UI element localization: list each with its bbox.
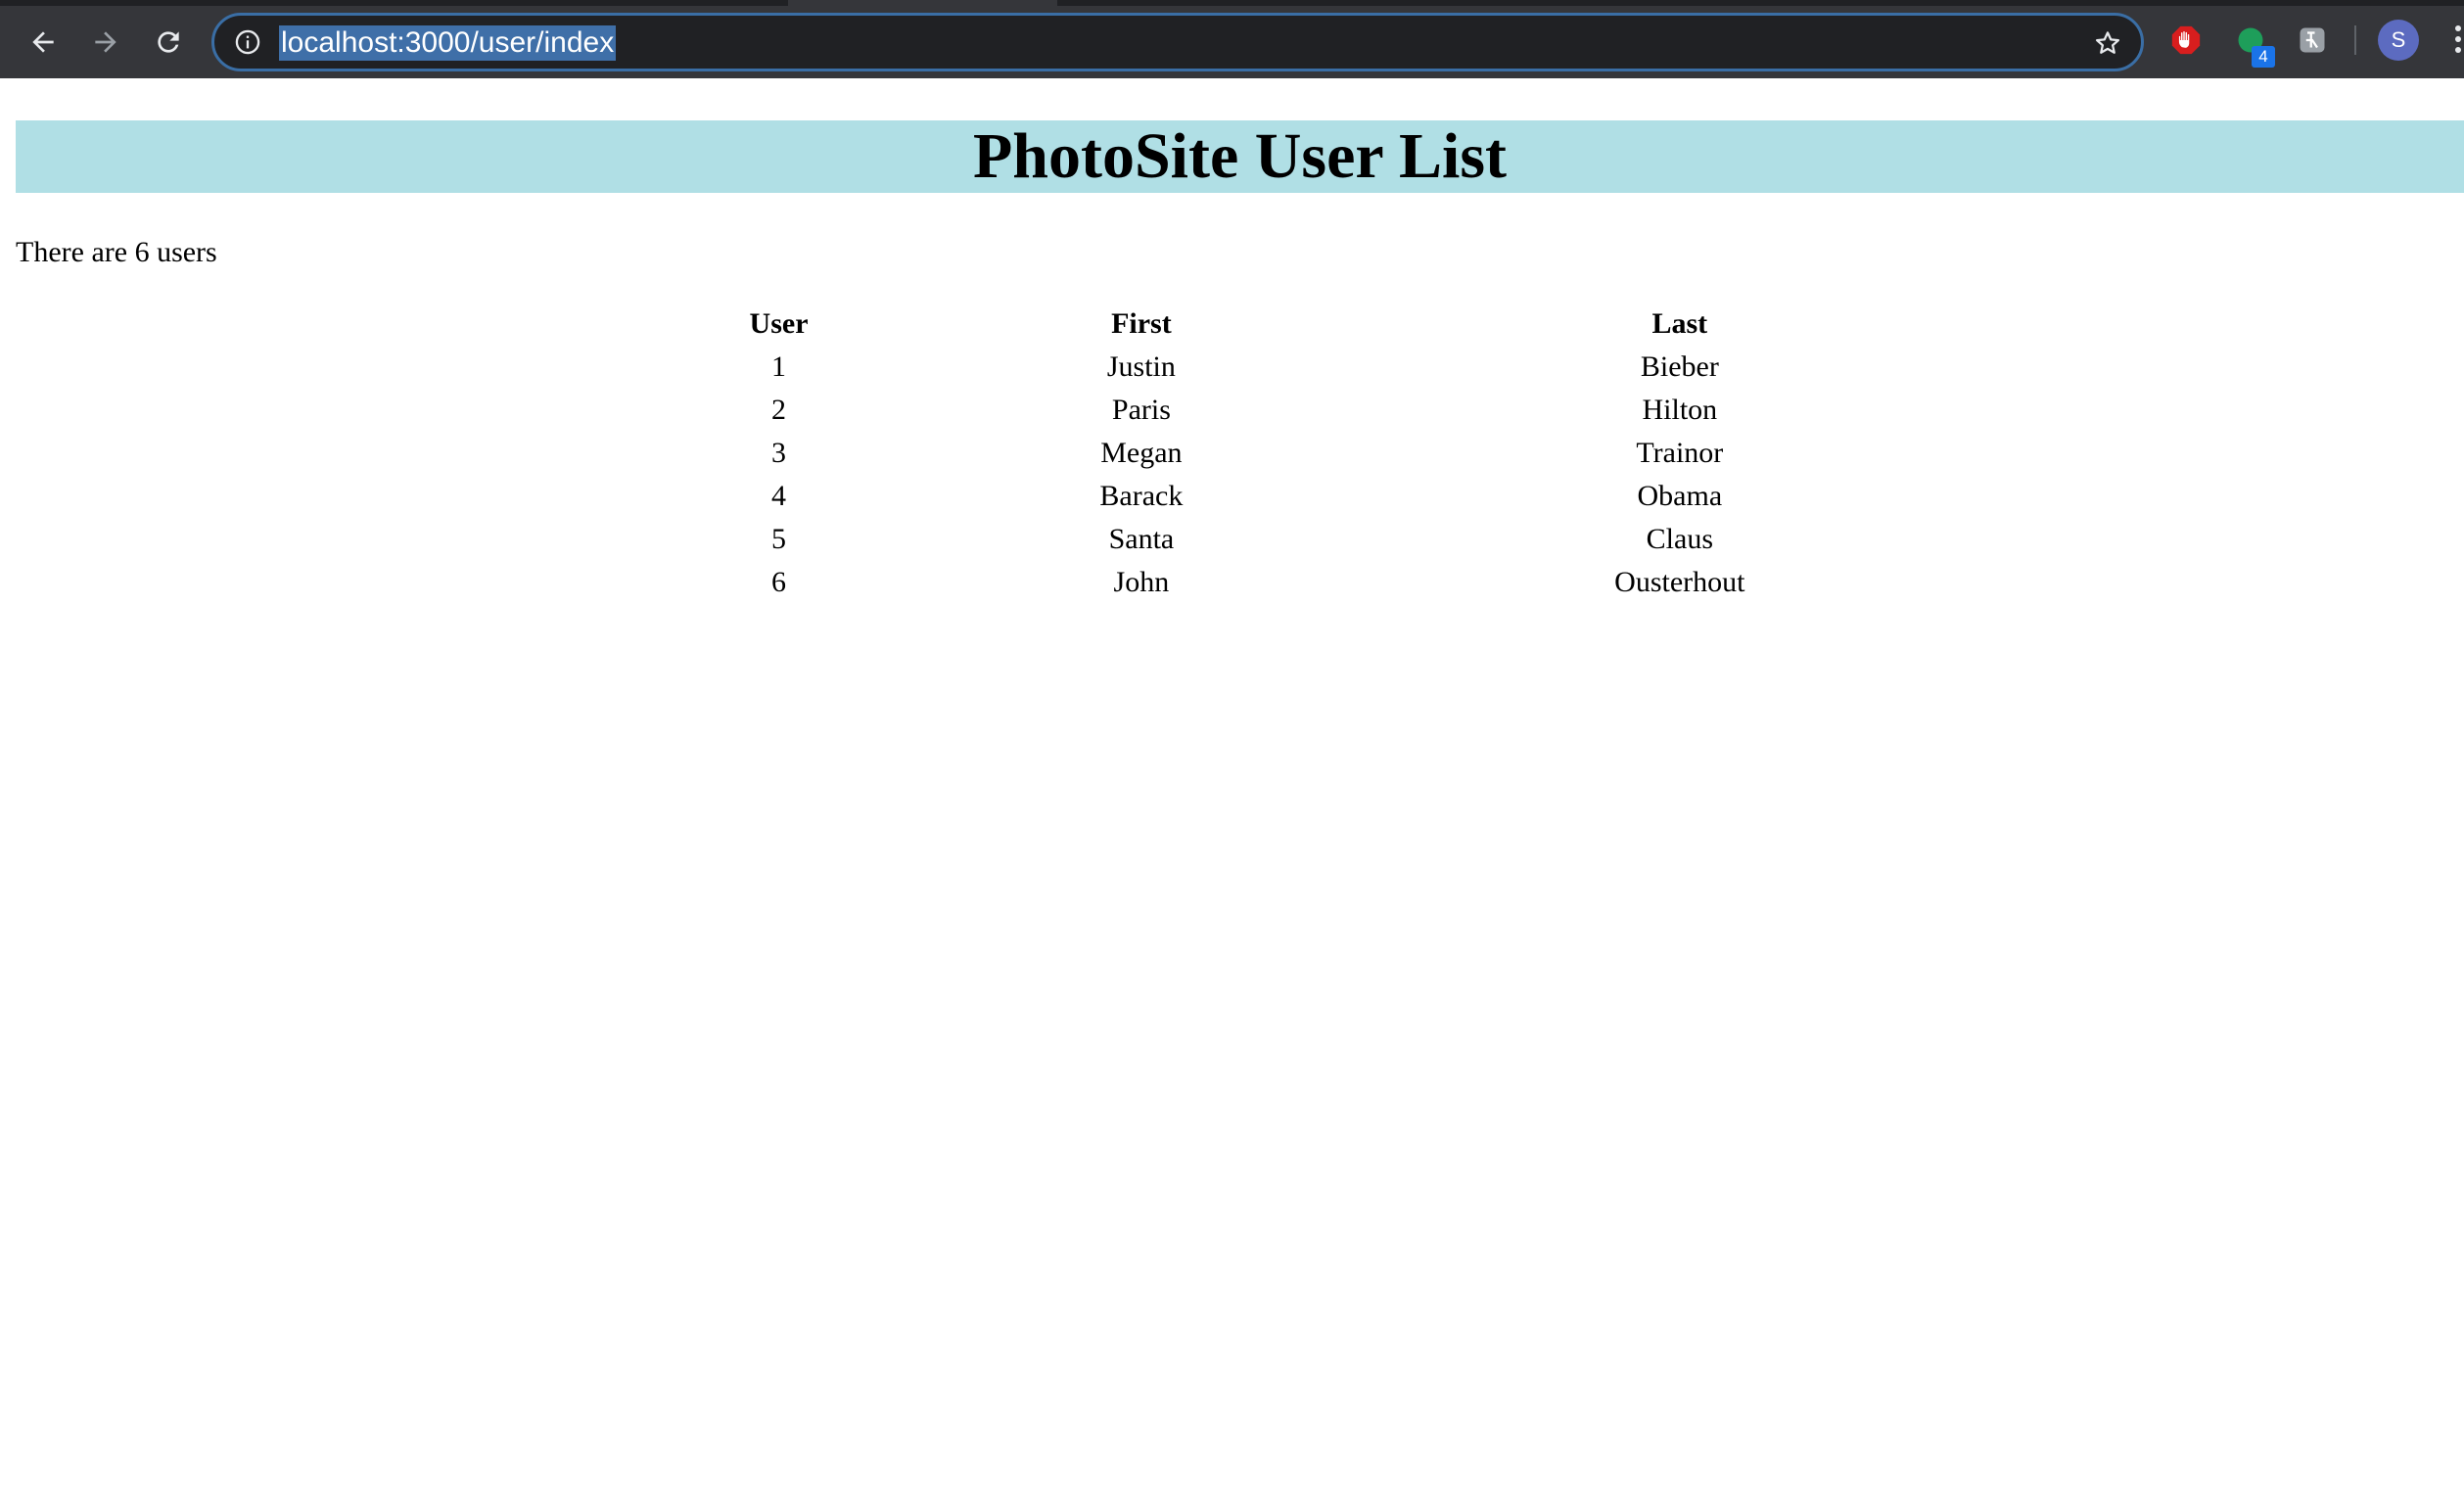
tab-strip	[0, 0, 2464, 6]
last-name-cell: Obama	[1637, 480, 1723, 512]
column-header-user: User	[749, 307, 809, 340]
active-tab[interactable]	[788, 0, 1057, 6]
grey-extension-icon[interactable]	[2296, 23, 2329, 57]
more-menu-icon[interactable]	[2452, 25, 2464, 57]
table-row: 6 John Ousterhout	[698, 561, 1936, 604]
user-id-cell: 6	[771, 566, 787, 598]
page-title: PhotoSite User List	[972, 120, 1508, 192]
address-bar[interactable]: localhost:3000/user/index	[211, 13, 2144, 71]
first-name-cell: Justin	[1106, 350, 1176, 383]
info-icon[interactable]	[234, 28, 261, 56]
table-row: 1 Justin Bieber	[698, 346, 1936, 389]
first-name-cell: Barack	[1099, 480, 1184, 512]
user-count-text: There are 6 users	[16, 236, 217, 268]
column-header-last: Last	[1651, 307, 1708, 340]
user-id-cell: 2	[771, 394, 787, 426]
last-name-cell: Trainor	[1636, 437, 1724, 469]
extension-badge: 4	[2252, 46, 2275, 68]
first-name-cell: John	[1113, 566, 1170, 598]
last-name-cell: Ousterhout	[1614, 566, 1745, 598]
last-name-cell: Bieber	[1640, 350, 1719, 383]
first-name-cell: Paris	[1111, 394, 1171, 426]
table-row: 3 Megan Trainor	[698, 432, 1936, 475]
user-id-cell: 4	[771, 480, 787, 512]
first-name-cell: Santa	[1108, 523, 1175, 555]
last-name-cell: Hilton	[1642, 394, 1718, 426]
forward-button[interactable]	[80, 17, 131, 68]
reload-button[interactable]	[143, 17, 194, 68]
adblock-extension-icon[interactable]	[2169, 23, 2203, 57]
table-row: 2 Paris Hilton	[698, 389, 1936, 432]
page-header: PhotoSite User List	[16, 120, 2464, 193]
table-header-row: User First Last	[698, 303, 1936, 346]
user-id-cell: 3	[771, 437, 787, 469]
column-header-first: First	[1111, 307, 1172, 340]
back-button[interactable]	[18, 17, 69, 68]
bookmark-star-icon[interactable]	[2092, 27, 2123, 59]
last-name-cell: Claus	[1646, 523, 1714, 555]
arrow-right-icon	[95, 31, 116, 53]
user-id-cell: 5	[771, 523, 787, 555]
profile-avatar[interactable]: S	[2378, 20, 2419, 61]
table-row: 4 Barack Obama	[698, 475, 1936, 518]
reload-icon	[158, 31, 179, 53]
url-text[interactable]: localhost:3000/user/index	[279, 25, 617, 61]
arrow-left-icon	[32, 31, 54, 53]
browser-toolbar: localhost:3000/user/index 4 S	[0, 0, 2464, 78]
user-id-cell: 1	[771, 350, 787, 383]
toolbar-divider	[2354, 25, 2356, 55]
table-row: 5 Santa Claus	[698, 518, 1936, 561]
user-table: User First Last 1 Justin Bieber 2 Paris …	[698, 303, 1936, 604]
first-name-cell: Megan	[1100, 437, 1183, 469]
